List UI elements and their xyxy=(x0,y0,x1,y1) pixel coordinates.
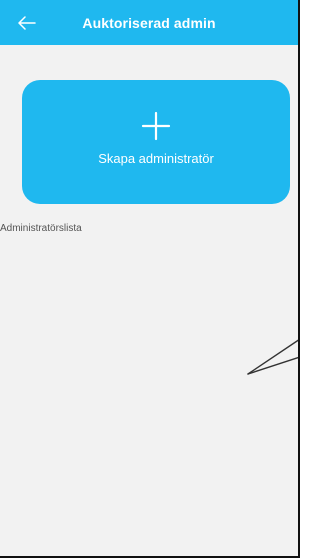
arrow-left-icon xyxy=(18,16,36,30)
app-bar: Auktoriserad admin xyxy=(0,0,298,45)
page-title: Auktoriserad admin xyxy=(82,14,216,31)
back-button[interactable] xyxy=(18,8,54,38)
create-admin-label: Skapa administratör xyxy=(98,151,214,167)
create-admin-button[interactable]: Skapa administratör xyxy=(22,80,290,204)
admin-list-label: Administratörslista xyxy=(0,223,82,234)
plus-icon xyxy=(141,112,171,141)
app-screen: Auktoriserad admin Skapa administratör A… xyxy=(0,0,300,558)
